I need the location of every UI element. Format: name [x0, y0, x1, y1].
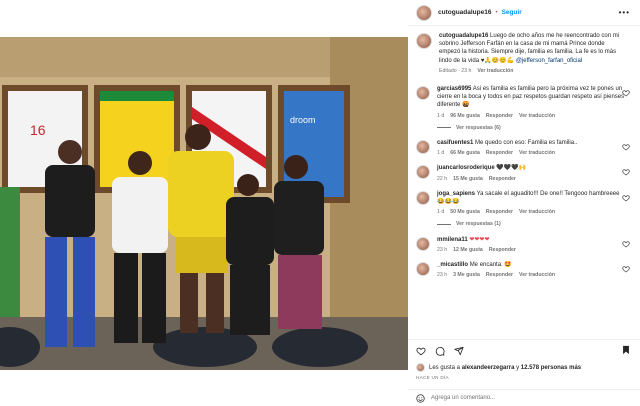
add-comment-input[interactable] [431, 395, 631, 401]
likes-suffix[interactable]: más [569, 365, 581, 371]
comment-translate-link[interactable]: Ver traducción [519, 271, 555, 279]
comment-item: garcias6995 Asi es familia es familia pe… [416, 85, 632, 132]
post-time-ago: HACE UN DÍA [416, 375, 449, 380]
add-comment-bar [408, 389, 640, 406]
framed-jersey-2 [94, 85, 180, 193]
comment-likes[interactable]: 12 Me gusta [453, 246, 483, 254]
likes-count[interactable]: 12.578 personas [521, 365, 568, 371]
comment-likes[interactable]: 96 Me gusta [450, 112, 480, 120]
like-comment-heart-icon[interactable] [622, 168, 630, 176]
comment-reply-button[interactable]: Responder [486, 112, 513, 120]
comment-item: mmilena11 ❤❤❤❤ 23 h 12 Me gusta Responde… [416, 236, 632, 254]
post-media-pane: 16 droom [0, 0, 408, 406]
liker-avatar[interactable] [416, 363, 425, 372]
header-separator: • [495, 9, 498, 16]
like-comment-heart-icon[interactable] [622, 89, 630, 97]
author-username[interactable]: cutoguadalupe16 [438, 9, 491, 16]
likes-summary: Les gusta a alexandeerzegarra y 12.578 p… [416, 363, 632, 372]
comment-time: 23 h [437, 246, 448, 253]
comment-avatar[interactable] [416, 165, 430, 180]
replies-line [437, 127, 451, 129]
comment-reply-button[interactable]: Responder [489, 175, 516, 183]
post-photo-image: 16 droom [0, 37, 408, 370]
svg-text:16: 16 [30, 122, 46, 138]
comment-translate-link[interactable]: Ver traducción [519, 149, 555, 157]
post-photo[interactable]: 16 droom [0, 37, 408, 370]
caption-time: 23 h [461, 67, 472, 74]
like-heart-icon[interactable] [416, 346, 426, 356]
comments-list[interactable]: cutoguadalupe16 Luego de ocho años me he… [408, 26, 640, 339]
comment-text: 🖤🖤🖤🙌 [496, 165, 527, 172]
like-comment-heart-icon[interactable] [622, 194, 630, 202]
view-replies-button[interactable]: Ver respuestas (1) [437, 220, 625, 228]
comment-item: joga_sapiens Ya sacale el aguadito!!! De… [416, 190, 632, 229]
more-options-icon[interactable]: ••• [619, 8, 630, 17]
replies-line [437, 224, 451, 226]
emoji-smiley-icon[interactable] [416, 393, 425, 403]
post-header: cutoguadalupe16 • Seguir ••• [408, 0, 640, 26]
comment-time: 1 d [437, 209, 445, 216]
comment-username[interactable]: casifuentes1 [437, 140, 473, 146]
comment-translate-link[interactable]: Ver traducción [519, 208, 555, 216]
post-side-panel: cutoguadalupe16 • Seguir ••• cutoguadalu… [408, 0, 640, 406]
comment-text: Me encanta. 🤩 [469, 262, 512, 269]
share-send-icon[interactable] [454, 346, 464, 356]
comment-likes[interactable]: 3 Me gusta [453, 271, 480, 279]
caption-mention-link[interactable]: @jefferson_farfan_oficial [516, 58, 582, 64]
likes-prefix: Les gusta a [429, 364, 461, 371]
view-replies-button[interactable]: Ver respuestas (6) [437, 124, 625, 132]
svg-text:droom: droom [290, 115, 316, 125]
comment-time: 1 d [437, 150, 445, 157]
caption-edited: Editado [439, 67, 457, 74]
comment-time: 1 d [437, 112, 445, 119]
comment-text: Me quedo con eso: Familia es familia.. [475, 140, 578, 147]
comment-reply-button[interactable]: Responder [489, 246, 516, 254]
comment-avatar[interactable] [416, 262, 430, 277]
comment-reply-button[interactable]: Responder [486, 271, 513, 279]
likes-middle: y [516, 364, 520, 371]
caption-translate-link[interactable]: Ver traducción [477, 67, 513, 75]
comment-avatar[interactable] [416, 140, 430, 155]
like-comment-heart-icon[interactable] [622, 265, 630, 273]
comment-avatar[interactable] [416, 86, 430, 101]
like-comment-heart-icon[interactable] [622, 240, 630, 248]
comment-username[interactable]: garcias6995 [437, 86, 471, 92]
comment-text: ❤❤❤❤ [469, 236, 490, 243]
person-4 [226, 174, 274, 335]
comment-time: 23 h [437, 272, 448, 279]
comment-item: casifuentes1 Me quedo con eso: Familia e… [416, 139, 632, 157]
view-replies-label: Ver respuestas (1) [456, 221, 501, 228]
comment-username[interactable]: joga_sapiens [437, 191, 475, 197]
comment-avatar[interactable] [416, 236, 430, 251]
comment-username[interactable]: juancarlosroderique [437, 165, 495, 171]
comment-likes[interactable]: 66 Me gusta [450, 149, 480, 157]
caption-avatar[interactable] [416, 33, 432, 49]
view-replies-label: Ver respuestas (6) [456, 124, 501, 131]
caption-separator: · [458, 67, 460, 74]
post-caption: cutoguadalupe16 Luego de ocho años me he… [416, 32, 632, 75]
save-bookmark-icon[interactable] [621, 345, 631, 355]
author-avatar[interactable] [416, 4, 432, 21]
comment-likes[interactable]: 15 Me gusta [453, 175, 483, 183]
comment-item: juancarlosroderique 🖤🖤🖤🙌 22 h 15 Me gust… [416, 164, 632, 182]
comment-time: 22 h [437, 175, 448, 182]
caption-username[interactable]: cutoguadalupe16 [439, 33, 488, 39]
comment-translate-link[interactable]: Ver traducción [519, 112, 555, 120]
comment-likes[interactable]: 50 Me gusta [450, 208, 480, 216]
comment-reply-button[interactable]: Responder [486, 208, 513, 216]
follow-button[interactable]: Seguir [502, 9, 522, 16]
liker-username[interactable]: alexandeerzegarra [462, 365, 515, 371]
like-comment-heart-icon[interactable] [622, 143, 630, 151]
comment-username[interactable]: mmilena11 [437, 237, 468, 243]
comment-username[interactable]: _micastillo [437, 262, 468, 268]
comment-bubble-icon[interactable] [435, 346, 445, 356]
comment-avatar[interactable] [416, 190, 430, 205]
comment-reply-button[interactable]: Responder [486, 149, 513, 157]
comment-item: _micastillo Me encanta. 🤩 23 h 3 Me gust… [416, 261, 632, 279]
person-5 [274, 155, 324, 329]
